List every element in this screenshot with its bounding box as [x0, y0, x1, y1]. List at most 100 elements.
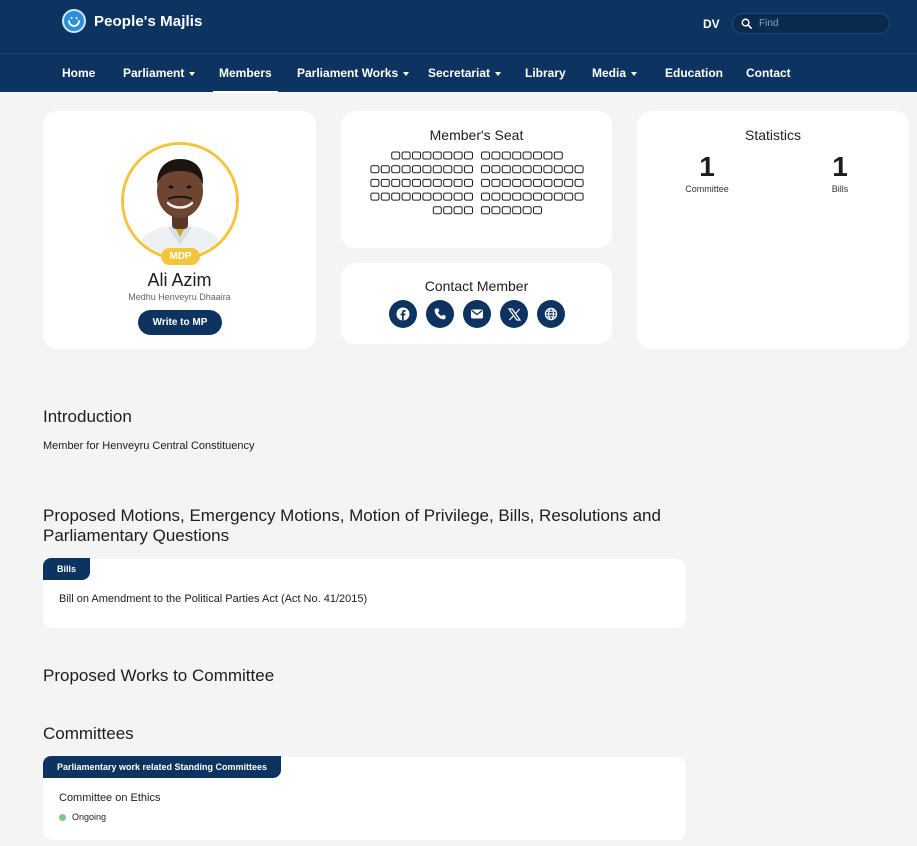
- seat-map: [370, 151, 584, 215]
- majlis-logo-icon[interactable]: [62, 9, 86, 33]
- nav-library[interactable]: Library: [525, 54, 566, 92]
- seat: [522, 165, 532, 174]
- seat: [512, 178, 522, 187]
- seat: [553, 165, 563, 174]
- seat: [543, 178, 553, 187]
- committees-card: Parliamentary work related Standing Comm…: [43, 756, 686, 840]
- bill-item[interactable]: Bill on Amendment to the Political Parti…: [59, 593, 367, 605]
- nav-label: Library: [525, 66, 566, 80]
- seat: [453, 151, 463, 160]
- nav-members[interactable]: Members: [213, 54, 278, 93]
- stat-value: 1: [699, 151, 715, 182]
- stat-label: Committee: [685, 184, 729, 194]
- seat: [464, 151, 473, 160]
- member-seat-card: Member's Seat: [341, 111, 612, 248]
- seat: [453, 192, 463, 201]
- committee-item[interactable]: Committee on Ethics: [59, 792, 160, 804]
- status-dot-icon: [59, 813, 66, 821]
- nav-home[interactable]: Home: [62, 54, 95, 92]
- nav-secretariat[interactable]: Secretariat: [428, 54, 502, 92]
- caret-down-icon: [403, 71, 410, 76]
- nav-contact[interactable]: Contact: [746, 54, 791, 92]
- nav-media[interactable]: Media: [592, 54, 638, 92]
- seat: [501, 151, 511, 160]
- seat: [543, 192, 553, 201]
- member-name: Ali Azim: [147, 270, 212, 290]
- contact-card-title: Contact Member: [424, 278, 529, 294]
- caret-down-icon: [495, 71, 502, 76]
- caret-down-icon: [189, 71, 196, 76]
- seat: [412, 151, 421, 160]
- seat: [443, 151, 453, 160]
- top-header: People's Majlis DV: [0, 0, 917, 53]
- nav-parliament-works[interactable]: Parliament Works: [297, 54, 410, 92]
- proposals-heading-line1: Proposed Motions, Emergency Motions, Mot…: [43, 506, 661, 525]
- seat: [543, 165, 553, 174]
- seat: [412, 165, 421, 174]
- seat: [391, 178, 401, 187]
- seat: [533, 206, 542, 215]
- stat-bills[interactable]: 1 Bills: [795, 151, 885, 194]
- nav-parliament[interactable]: Parliament: [123, 54, 196, 92]
- nav-education[interactable]: Education: [665, 54, 723, 92]
- seat: [391, 192, 401, 201]
- seat: [512, 206, 522, 215]
- introduction-text: Member for Henveyru Central Constituency: [43, 440, 255, 452]
- stat-value: 1: [832, 151, 848, 182]
- statistics-card-title: Statistics: [744, 127, 801, 143]
- seat: [522, 178, 532, 187]
- seat: [512, 165, 522, 174]
- phone-icon[interactable]: [426, 300, 454, 328]
- search-input[interactable]: [759, 18, 879, 29]
- seat: [481, 178, 490, 187]
- brand-name[interactable]: People's Majlis: [94, 13, 202, 30]
- x-twitter-icon[interactable]: [500, 300, 528, 328]
- seat: [380, 165, 390, 174]
- seat: [491, 165, 501, 174]
- member-constituency: Medhu Henveyru Dhaaira: [128, 292, 231, 302]
- email-icon[interactable]: [463, 300, 491, 328]
- seat: [501, 178, 511, 187]
- nav-label: Members: [219, 66, 272, 80]
- stat-committee[interactable]: 1 Committee: [662, 151, 752, 194]
- seat: [522, 206, 532, 215]
- seat: [443, 206, 453, 215]
- proposed-works-heading: Proposed Works to Committee: [43, 666, 275, 685]
- nav-label: Education: [665, 66, 724, 80]
- seat: [432, 206, 442, 215]
- seat: [481, 165, 490, 174]
- seat: [370, 178, 380, 187]
- seat: [564, 165, 574, 174]
- seat: [401, 178, 411, 187]
- seat: [533, 192, 542, 201]
- seat: [543, 151, 553, 160]
- seat: [491, 178, 501, 187]
- committee-status: Ongoing: [59, 812, 106, 822]
- nav-label: Secretariat: [428, 66, 491, 80]
- seat: [574, 192, 584, 201]
- seat: [501, 165, 511, 174]
- facebook-icon[interactable]: [389, 300, 417, 328]
- introduction-heading: Introduction: [43, 407, 132, 426]
- seat: [553, 178, 563, 187]
- caret-down-icon: [631, 71, 638, 76]
- seat: [443, 178, 453, 187]
- seat: [491, 192, 501, 201]
- search-box[interactable]: [732, 13, 890, 34]
- globe-icon[interactable]: [537, 300, 565, 328]
- seat: [422, 165, 432, 174]
- language-toggle[interactable]: DV: [703, 17, 720, 31]
- committee-type-tag: Parliamentary work related Standing Comm…: [43, 756, 282, 778]
- nav-label: Contact: [746, 66, 791, 80]
- seat: [432, 165, 442, 174]
- seat: [401, 165, 411, 174]
- seat: [453, 165, 463, 174]
- committees-heading: Committees: [43, 724, 134, 743]
- seat: [432, 151, 442, 160]
- seat: [491, 151, 501, 160]
- seat: [564, 178, 574, 187]
- seat: [533, 178, 542, 187]
- write-to-mp-button[interactable]: Write to MP: [138, 310, 222, 335]
- nav-label: Home: [62, 66, 96, 80]
- seat: [574, 165, 584, 174]
